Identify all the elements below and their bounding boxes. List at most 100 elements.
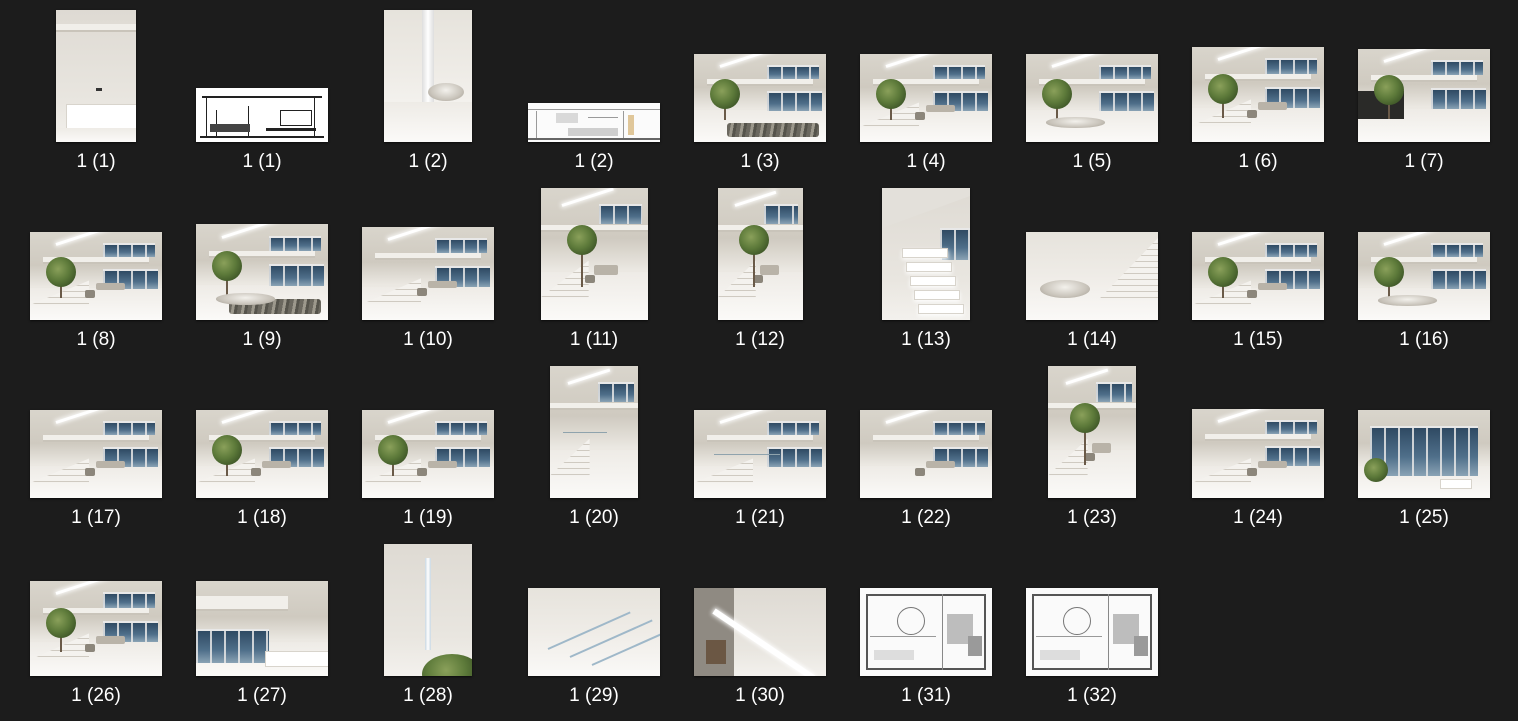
- file-name[interactable]: 1 (29): [511, 684, 677, 708]
- file-thumbnail[interactable]: [196, 410, 328, 498]
- file-thumbnail[interactable]: [1026, 54, 1158, 142]
- file-thumbnail[interactable]: [1026, 588, 1158, 676]
- file-item[interactable]: 1 (25): [1341, 366, 1507, 544]
- file-item[interactable]: 1 (11): [511, 188, 677, 366]
- file-name[interactable]: 1 (1): [13, 150, 179, 174]
- file-item[interactable]: 1 (28): [345, 544, 511, 721]
- file-name[interactable]: 1 (25): [1341, 506, 1507, 530]
- file-thumbnail[interactable]: [860, 410, 992, 498]
- file-thumbnail[interactable]: [1048, 366, 1136, 498]
- file-thumbnail[interactable]: [694, 588, 826, 676]
- file-thumbnail[interactable]: [1358, 49, 1490, 142]
- file-thumbnail[interactable]: [528, 588, 660, 676]
- file-name[interactable]: 1 (24): [1175, 506, 1341, 530]
- file-thumbnail[interactable]: [384, 10, 472, 142]
- file-name[interactable]: 1 (9): [179, 328, 345, 352]
- file-item[interactable]: 1 (14): [1009, 188, 1175, 366]
- file-item[interactable]: 1 (13): [843, 188, 1009, 366]
- file-thumbnail[interactable]: [1192, 47, 1324, 142]
- file-thumbnail[interactable]: [882, 188, 970, 320]
- file-item[interactable]: 1 (23): [1009, 366, 1175, 544]
- file-item[interactable]: 1 (15): [1175, 188, 1341, 366]
- file-item[interactable]: 1 (22): [843, 366, 1009, 544]
- file-name[interactable]: 1 (18): [179, 506, 345, 530]
- file-thumbnail[interactable]: [30, 410, 162, 498]
- file-name[interactable]: 1 (23): [1009, 506, 1175, 530]
- file-thumbnail[interactable]: [717, 188, 803, 320]
- file-name[interactable]: 1 (27): [179, 684, 345, 708]
- file-thumbnail[interactable]: [1026, 232, 1158, 320]
- file-item[interactable]: 1 (20): [511, 366, 677, 544]
- file-thumbnail[interactable]: [384, 544, 472, 676]
- file-item[interactable]: 1 (2): [511, 10, 677, 188]
- file-name[interactable]: 1 (1): [179, 150, 345, 174]
- file-name[interactable]: 1 (20): [511, 506, 677, 530]
- file-item[interactable]: 1 (1): [13, 10, 179, 188]
- file-item[interactable]: 1 (26): [13, 544, 179, 721]
- file-name[interactable]: 1 (22): [843, 506, 1009, 530]
- file-thumbnail[interactable]: [196, 224, 328, 320]
- file-name[interactable]: 1 (7): [1341, 150, 1507, 174]
- file-item[interactable]: 1 (21): [677, 366, 843, 544]
- file-item[interactable]: 1 (3): [677, 10, 843, 188]
- file-thumbnail[interactable]: [362, 410, 494, 498]
- file-item[interactable]: 1 (32): [1009, 544, 1175, 721]
- file-item[interactable]: 1 (29): [511, 544, 677, 721]
- file-thumbnail[interactable]: [1358, 410, 1490, 498]
- file-item[interactable]: 1 (2): [345, 10, 511, 188]
- file-thumbnail[interactable]: [196, 88, 328, 142]
- file-name[interactable]: 1 (2): [345, 150, 511, 174]
- file-item[interactable]: 1 (31): [843, 544, 1009, 721]
- file-item[interactable]: 1 (10): [345, 188, 511, 366]
- file-item[interactable]: 1 (4): [843, 10, 1009, 188]
- file-name[interactable]: 1 (14): [1009, 328, 1175, 352]
- file-item[interactable]: 1 (6): [1175, 10, 1341, 188]
- file-item[interactable]: 1 (8): [13, 188, 179, 366]
- file-name[interactable]: 1 (13): [843, 328, 1009, 352]
- file-name[interactable]: 1 (19): [345, 506, 511, 530]
- file-thumbnail[interactable]: [196, 581, 328, 676]
- file-thumbnail[interactable]: [1358, 232, 1490, 320]
- file-name[interactable]: 1 (3): [677, 150, 843, 174]
- file-thumbnail[interactable]: [540, 188, 648, 320]
- file-name[interactable]: 1 (21): [677, 506, 843, 530]
- file-item[interactable]: 1 (19): [345, 366, 511, 544]
- file-thumbnail[interactable]: [362, 227, 494, 320]
- file-name[interactable]: 1 (32): [1009, 684, 1175, 708]
- file-item[interactable]: 1 (18): [179, 366, 345, 544]
- file-name[interactable]: 1 (26): [13, 684, 179, 708]
- file-name[interactable]: 1 (8): [13, 328, 179, 352]
- file-thumbnail[interactable]: [1192, 409, 1324, 498]
- file-name[interactable]: 1 (6): [1175, 150, 1341, 174]
- file-thumbnail[interactable]: [860, 54, 992, 142]
- file-item[interactable]: 1 (27): [179, 544, 345, 721]
- file-name[interactable]: 1 (30): [677, 684, 843, 708]
- file-item[interactable]: 1 (5): [1009, 10, 1175, 188]
- file-item[interactable]: 1 (7): [1341, 10, 1507, 188]
- file-name[interactable]: 1 (17): [13, 506, 179, 530]
- file-thumbnail[interactable]: [30, 581, 162, 676]
- file-item[interactable]: 1 (12): [677, 188, 843, 366]
- file-name[interactable]: 1 (4): [843, 150, 1009, 174]
- file-item[interactable]: 1 (9): [179, 188, 345, 366]
- file-name[interactable]: 1 (11): [511, 328, 677, 352]
- file-name[interactable]: 1 (2): [511, 150, 677, 174]
- file-thumbnail[interactable]: [528, 103, 660, 142]
- file-name[interactable]: 1 (28): [345, 684, 511, 708]
- file-thumbnail[interactable]: [694, 54, 826, 142]
- file-name[interactable]: 1 (16): [1341, 328, 1507, 352]
- file-name[interactable]: 1 (5): [1009, 150, 1175, 174]
- file-item[interactable]: 1 (1): [179, 10, 345, 188]
- file-thumbnail[interactable]: [860, 588, 992, 676]
- file-name[interactable]: 1 (12): [677, 328, 843, 352]
- file-name[interactable]: 1 (15): [1175, 328, 1341, 352]
- file-thumbnail[interactable]: [1192, 232, 1324, 320]
- file-thumbnail[interactable]: [30, 232, 162, 320]
- file-thumbnail[interactable]: [550, 366, 638, 498]
- file-thumbnail[interactable]: [694, 410, 826, 498]
- file-item[interactable]: 1 (30): [677, 544, 843, 721]
- file-thumbnail[interactable]: [56, 10, 136, 142]
- file-name[interactable]: 1 (10): [345, 328, 511, 352]
- file-item[interactable]: 1 (16): [1341, 188, 1507, 366]
- file-item[interactable]: 1 (17): [13, 366, 179, 544]
